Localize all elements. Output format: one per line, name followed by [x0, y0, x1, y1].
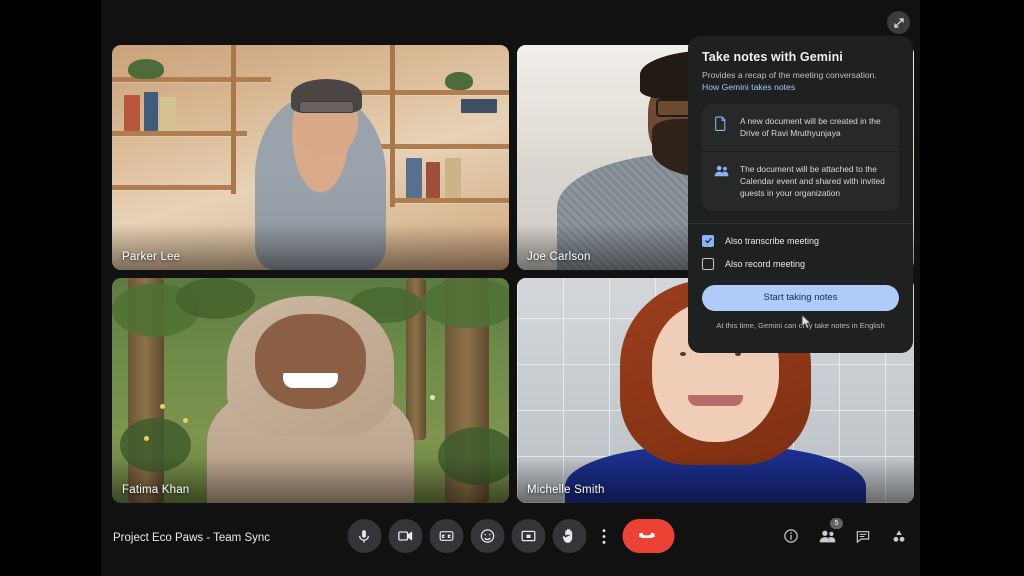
people-count-badge: 5 — [830, 518, 843, 529]
video-tile-parker-lee[interactable]: Parker Lee — [112, 45, 509, 270]
meet-app-window: Parker Lee Joe Carlson Fatima Khan Miche… — [101, 0, 920, 576]
checkbox-label: Also record meeting — [725, 258, 806, 269]
more-options-button[interactable] — [593, 519, 615, 553]
info-row-text: The document will be attached to the Cal… — [740, 163, 885, 199]
document-icon — [714, 115, 729, 136]
people-button[interactable]: 5 — [816, 518, 843, 547]
checkbox-label: Also transcribe meeting — [725, 235, 820, 246]
info-row: A new document will be created in the Dr… — [702, 104, 899, 151]
checkbox-also-record-meeting[interactable]: Also record meeting — [702, 257, 899, 270]
panel-info-card: A new document will be created in the Dr… — [702, 103, 899, 211]
how-gemini-takes-notes-link[interactable]: How Gemini takes notes — [702, 82, 899, 92]
right-controls: 5 — [780, 518, 910, 547]
panel-subtitle: Provides a recap of the meeting conversa… — [702, 70, 877, 80]
captions-button[interactable] — [429, 519, 463, 553]
tile-gradient — [112, 457, 509, 503]
end-call-button[interactable] — [622, 519, 674, 553]
start-taking-notes-button[interactable]: Start taking notes — [702, 284, 899, 311]
activities-button[interactable] — [888, 525, 910, 547]
meeting-details-button[interactable] — [780, 525, 802, 547]
participant-name: Michelle Smith — [527, 484, 605, 496]
panel-title: Take notes with Gemini — [702, 50, 843, 64]
participant-name: Joe Carlson — [527, 251, 591, 263]
participant-name: Fatima Khan — [122, 484, 190, 496]
tile-gradient — [112, 224, 509, 270]
tile-gradient — [517, 457, 914, 503]
people-group-icon — [714, 163, 729, 183]
meeting-title: Project Eco Paws - Team Sync — [113, 532, 271, 544]
checkbox-checked-icon — [702, 234, 714, 247]
screen-root: Parker Lee Joe Carlson Fatima Khan Miche… — [0, 0, 1024, 576]
video-tile-fatima-khan[interactable]: Fatima Khan — [112, 278, 509, 503]
checkbox-also-transcribe-meeting[interactable]: Also transcribe meeting — [702, 234, 899, 247]
microphone-button[interactable] — [347, 519, 381, 553]
info-row-text: A new document will be created in the Dr… — [740, 115, 881, 139]
expand-diagonal-icon[interactable] — [887, 11, 910, 34]
info-row: The document will be attached to the Cal… — [702, 150, 899, 211]
raise-hand-button[interactable] — [552, 519, 586, 553]
checkbox-unchecked-icon — [702, 257, 714, 270]
present-button[interactable] — [511, 519, 545, 553]
call-controls — [347, 519, 674, 553]
bottom-control-bar: Project Eco Paws - Team Sync 5 — [101, 503, 920, 576]
camera-button[interactable] — [388, 519, 422, 553]
mouse-cursor-icon — [800, 313, 813, 329]
chat-button[interactable] — [852, 525, 874, 547]
participant-name: Parker Lee — [122, 251, 181, 263]
reactions-button[interactable] — [470, 519, 504, 553]
gemini-take-notes-panel: Take notes with Gemini Provides a recap … — [688, 36, 913, 353]
panel-options: Also transcribe meeting Also record meet… — [702, 224, 899, 270]
